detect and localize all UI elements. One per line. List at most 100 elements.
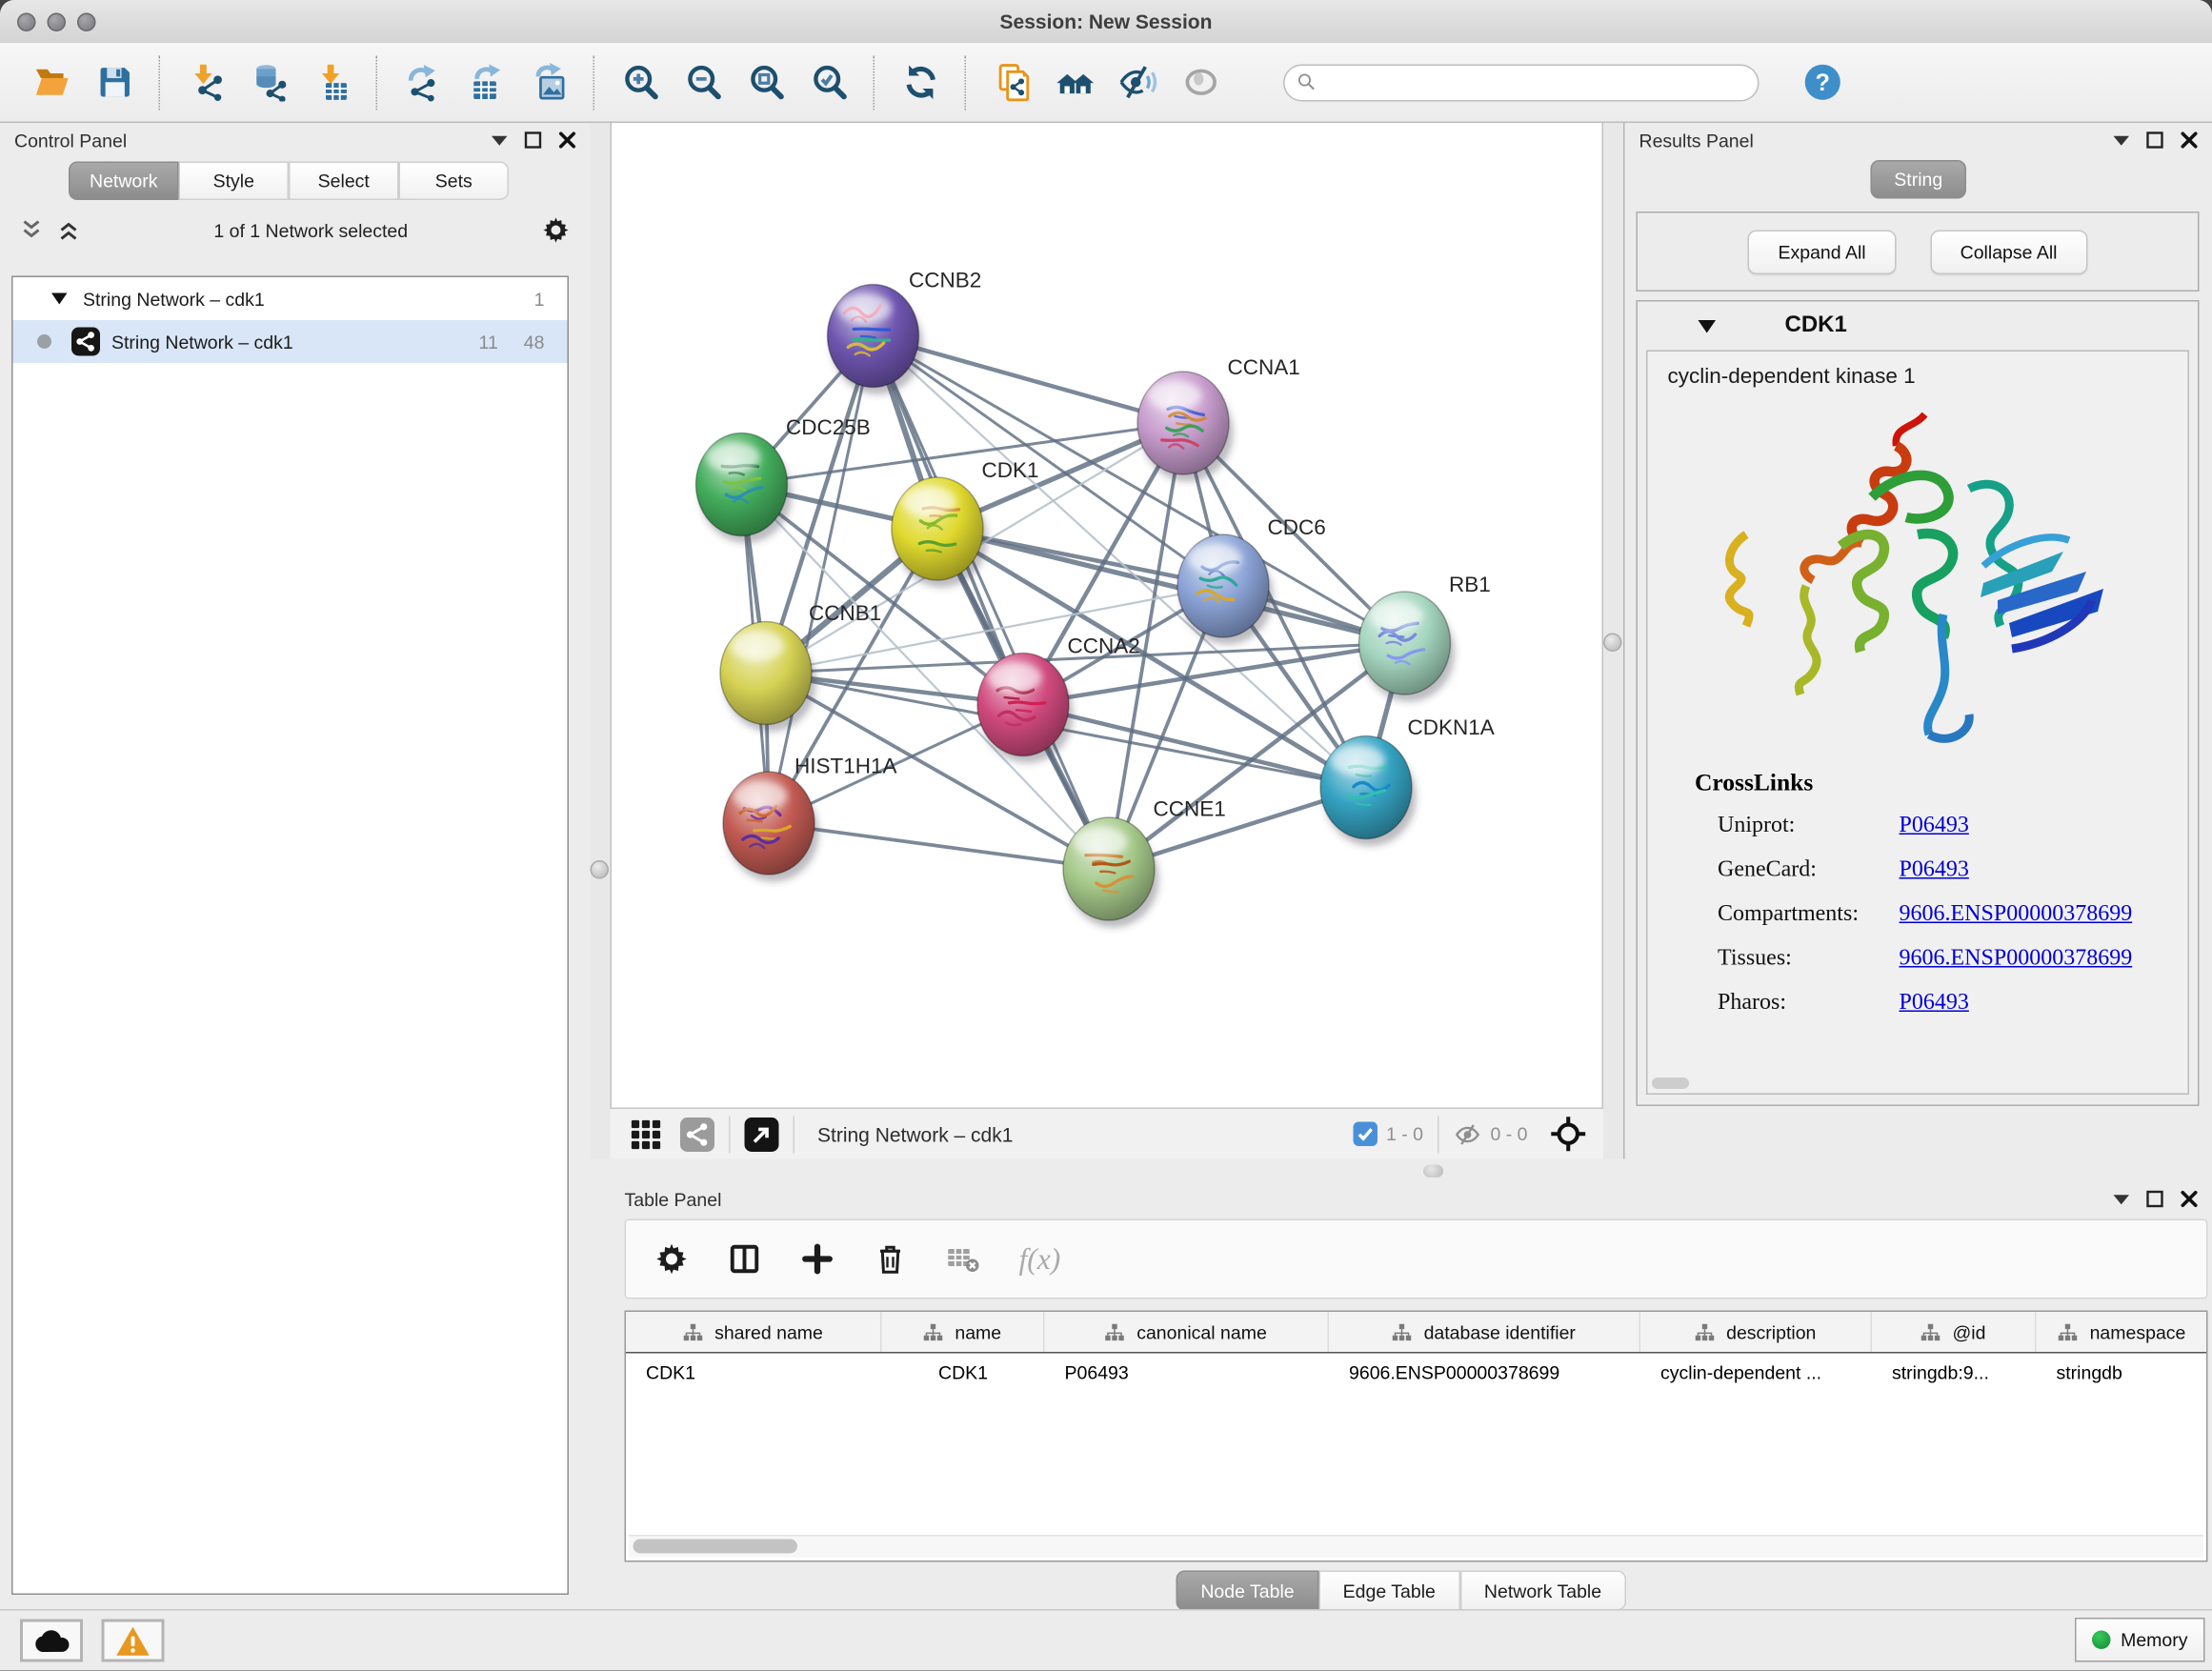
close-panel-icon[interactable] — [2181, 1191, 2198, 1208]
export-network-button[interactable] — [392, 52, 454, 112]
crosslink-link[interactable]: 9606.ENSP00000378699 — [1900, 945, 2133, 971]
network-edge[interactable] — [769, 823, 1109, 869]
import-network-database-button[interactable] — [237, 52, 300, 112]
column-header-description[interactable]: description — [1640, 1312, 1872, 1352]
center-view-button[interactable] — [1551, 1117, 1587, 1153]
results-scrollbar-thumb[interactable] — [1652, 1077, 1689, 1089]
expand-all-chevron-icon[interactable] — [57, 220, 80, 240]
memory-button[interactable]: Memory — [2075, 1618, 2204, 1662]
panel-menu-caret-icon[interactable] — [492, 135, 508, 146]
table-options-gear-icon[interactable] — [654, 1242, 689, 1277]
tab-network[interactable]: Network — [69, 162, 179, 201]
expand-all-button[interactable]: Expand All — [1748, 230, 1896, 274]
zoom-selected-button[interactable] — [797, 52, 860, 112]
section-collapse-caret-icon[interactable] — [1698, 319, 1717, 332]
export-table-button[interactable] — [454, 52, 517, 112]
node-gloss — [734, 781, 788, 812]
refresh-view-button[interactable] — [889, 52, 952, 112]
network-edge[interactable] — [937, 529, 1405, 643]
network-node-CCNB2[interactable] — [828, 285, 924, 395]
network-node-CCNA1[interactable] — [1137, 372, 1234, 482]
clone-network-button[interactable] — [980, 52, 1043, 112]
collapse-all-chevron-icon[interactable] — [20, 220, 43, 240]
panel-menu-caret-icon[interactable] — [2114, 135, 2130, 146]
tab-sets[interactable]: Sets — [399, 162, 510, 201]
open-session-button[interactable] — [20, 52, 83, 112]
float-panel-icon[interactable] — [2146, 1191, 2163, 1208]
show-graphics-details-button[interactable] — [1169, 52, 1232, 112]
warnings-button[interactable] — [102, 1620, 165, 1662]
zoom-out-button[interactable] — [672, 52, 734, 112]
save-session-button[interactable] — [83, 52, 146, 112]
tab-edge-table[interactable]: Edge Table — [1318, 1571, 1459, 1611]
network-node-CDKN1A[interactable] — [1320, 736, 1417, 847]
network-collection-row[interactable]: String Network – cdk1 1 — [13, 277, 568, 320]
network-row-selected[interactable]: String Network – cdk1 11 48 — [13, 320, 568, 363]
horizontal-splitter[interactable] — [591, 1159, 2212, 1182]
collapse-all-button[interactable]: Collapse All — [1930, 230, 2087, 274]
table-hscrollbar[interactable] — [629, 1535, 2203, 1558]
crosslink-link[interactable]: P06493 — [1900, 856, 1969, 882]
tab-node-table[interactable]: Node Table — [1176, 1571, 1318, 1611]
results-panel: Results Panel String Expand All Collapse… — [1623, 123, 2212, 1159]
zoom-in-button[interactable] — [609, 52, 672, 112]
tab-style[interactable]: Style — [179, 162, 290, 201]
float-panel-icon[interactable] — [2146, 131, 2163, 149]
tab-string[interactable]: String — [1870, 160, 1967, 199]
close-panel-icon[interactable] — [559, 131, 576, 149]
close-panel-icon[interactable] — [2181, 131, 2198, 149]
import-network-file-button[interactable] — [174, 52, 237, 112]
birdseye-view-button[interactable] — [745, 1117, 779, 1151]
search-field[interactable] — [1283, 64, 1760, 101]
session-home-button[interactable] — [1043, 52, 1106, 112]
cloud-status-button[interactable] — [20, 1620, 83, 1662]
right-splitter-handle[interactable] — [1603, 634, 1622, 653]
column-header-namespace[interactable]: namespace — [2037, 1312, 2208, 1352]
column-header-shared-name[interactable]: shared name — [626, 1312, 882, 1352]
zoom-fit-button[interactable] — [734, 52, 797, 112]
network-graph[interactable]: CCNB2CCNA1CDC25BCDK1CDC6RB1CCNB1CCNA2CDK… — [612, 123, 1602, 1105]
right-splitter[interactable] — [1603, 123, 1623, 1159]
crosslink-row: Uniprot:P06493 — [1718, 803, 2188, 848]
column-header--id[interactable]: @id — [1872, 1312, 2037, 1352]
float-panel-icon[interactable] — [525, 131, 542, 149]
crosslink-link[interactable]: P06493 — [1900, 990, 1969, 1016]
network-node-RB1[interactable] — [1359, 592, 1456, 702]
network-edge[interactable] — [769, 336, 874, 824]
crosslink-link[interactable]: 9606.ENSP00000378699 — [1900, 901, 2133, 927]
network-options-gear-icon[interactable] — [542, 216, 571, 245]
table-hscrollbar-thumb[interactable] — [633, 1540, 798, 1554]
left-splitter-handle[interactable] — [591, 860, 610, 879]
hide-graphics-details-button[interactable] — [1106, 52, 1169, 112]
node-gloss — [706, 442, 760, 473]
column-header-name[interactable]: name — [882, 1312, 1045, 1352]
network-canvas[interactable]: CCNB2CCNA1CDC25BCDK1CDC6RB1CCNB1CCNA2CDK… — [611, 123, 1604, 1108]
network-style-button[interactable] — [680, 1117, 714, 1151]
gene-section-header[interactable]: CDK1 — [1638, 302, 2198, 351]
horizontal-splitter-handle[interactable] — [1423, 1165, 1443, 1178]
import-table-file-button[interactable] — [300, 52, 363, 112]
network-node-CDK1[interactable] — [892, 477, 988, 588]
network-edge[interactable] — [874, 336, 1110, 870]
tab-network-table[interactable]: Network Table — [1459, 1571, 1625, 1611]
network-node-CCNB1[interactable] — [720, 622, 816, 733]
panel-menu-caret-icon[interactable] — [2114, 1194, 2130, 1204]
column-header-database-identifier[interactable]: database identifier — [1329, 1312, 1640, 1352]
add-column-icon[interactable] — [800, 1242, 835, 1277]
hidden-eye-icon[interactable] — [1453, 1119, 1481, 1148]
tree-expand-caret-icon[interactable] — [51, 293, 68, 305]
network-node-CDC25B[interactable] — [696, 433, 793, 544]
network-node-CCNE1[interactable] — [1063, 817, 1159, 928]
delete-column-trash-icon[interactable] — [874, 1242, 908, 1277]
tab-select[interactable]: Select — [289, 162, 399, 201]
crosslink-link[interactable]: P06493 — [1900, 813, 1969, 838]
search-input[interactable] — [1317, 71, 1758, 93]
grid-view-button[interactable] — [631, 1118, 662, 1150]
help-button[interactable]: ? — [1791, 52, 1854, 112]
selected-checkbox-icon[interactable] — [1353, 1122, 1377, 1147]
network-node-HIST1H1A[interactable] — [723, 772, 819, 882]
table-row[interactable]: CDK1CDK1P064939606.ENSP00000378699cyclin… — [626, 1354, 2206, 1393]
export-image-button[interactable] — [517, 52, 580, 112]
show-columns-icon[interactable] — [728, 1242, 762, 1277]
column-header-canonical-name[interactable]: canonical name — [1045, 1312, 1330, 1352]
